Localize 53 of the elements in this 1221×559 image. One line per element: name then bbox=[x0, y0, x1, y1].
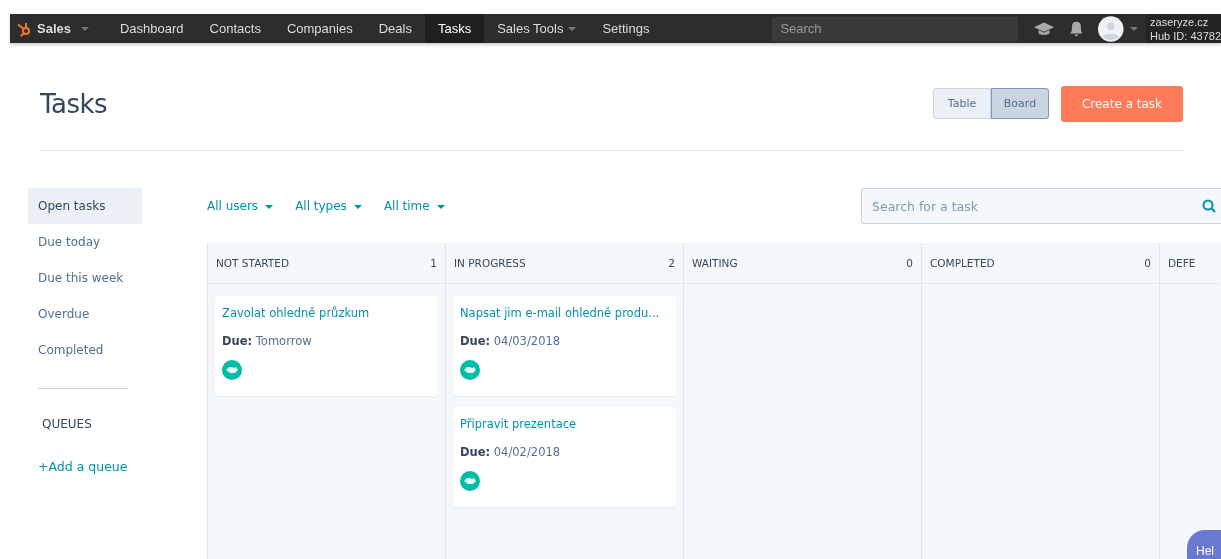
search-field[interactable]: Search bbox=[772, 16, 1018, 41]
account-panel[interactable]: zaseryze.cz Hub ID: 43782 bbox=[1146, 14, 1221, 43]
task-title-link[interactable]: Zavolat ohledně průzkum bbox=[222, 306, 431, 320]
sprocket-logo-icon bbox=[16, 20, 32, 37]
nav-tab[interactable]: Contacts bbox=[196, 14, 274, 43]
filter-dropdown[interactable]: All time bbox=[383, 199, 445, 213]
task-card[interactable]: Zavolat ohledně průzkum Due: Tomorrow bbox=[215, 296, 438, 396]
sidebar-item[interactable]: Overdue bbox=[28, 296, 142, 332]
user-avatar-icon[interactable] bbox=[1098, 14, 1125, 43]
app-menu[interactable]: Sales bbox=[10, 14, 107, 43]
view-toggle[interactable]: Board bbox=[991, 88, 1049, 119]
column-count: 0 bbox=[1144, 257, 1151, 269]
sidebar-item[interactable]: Completed bbox=[28, 332, 142, 368]
column-count: 1 bbox=[430, 257, 437, 269]
task-search-field[interactable]: Search for a task bbox=[861, 188, 1221, 224]
column-title: WAITING bbox=[692, 257, 738, 269]
page-title: Tasks bbox=[40, 88, 109, 119]
task-title-link[interactable]: Napsat jim e-mail ohledně produ... bbox=[460, 306, 669, 320]
sidebar-item[interactable]: Due today bbox=[28, 224, 142, 260]
column-count: 0 bbox=[906, 257, 913, 269]
column-title: NOT STARTED bbox=[216, 257, 289, 269]
task-card[interactable]: Připravit prezentace Due: 04/02/2018 bbox=[453, 407, 676, 507]
nav-tab[interactable]: Sales Tools bbox=[484, 14, 590, 43]
filter-dropdown[interactable]: All users bbox=[207, 199, 274, 213]
view-toggle[interactable]: Table bbox=[933, 88, 991, 119]
nav-tab[interactable]: Deals bbox=[365, 14, 425, 43]
column-title: IN PROGRESS bbox=[454, 257, 526, 269]
notification-bell-icon[interactable] bbox=[1069, 19, 1083, 38]
help-button[interactable]: Hel bbox=[1187, 530, 1221, 559]
sidebar-item[interactable]: Open tasks bbox=[28, 188, 142, 224]
caret-icon bbox=[353, 204, 362, 209]
nav-tab[interactable]: Dashboard bbox=[107, 14, 197, 43]
sidebar-item[interactable]: Due this week bbox=[28, 260, 142, 296]
filter-dropdown[interactable]: All types bbox=[295, 199, 362, 213]
column-title: COMPLETED bbox=[930, 257, 995, 269]
due-date: Due: Tomorrow bbox=[222, 334, 313, 348]
nav-tab[interactable]: Tasks bbox=[424, 14, 485, 43]
queues-heading: QUEUES bbox=[42, 417, 93, 431]
caret-icon[interactable] bbox=[1130, 26, 1139, 31]
column-count: 2 bbox=[668, 257, 675, 269]
hub-id: Hub ID: 43782 bbox=[1150, 28, 1221, 43]
caret-icon bbox=[265, 204, 274, 209]
add-queue-link[interactable]: +Add a queue bbox=[38, 459, 207, 474]
column-title: DEFE bbox=[1168, 257, 1196, 269]
caret-icon bbox=[436, 204, 445, 209]
due-date: Due: 04/03/2018 bbox=[460, 334, 562, 348]
graduation-cap-icon bbox=[1033, 21, 1054, 36]
nav-tab[interactable]: Settings bbox=[589, 14, 663, 43]
due-date: Due: 04/02/2018 bbox=[460, 445, 562, 459]
task-title-link[interactable]: Připravit prezentace bbox=[460, 417, 669, 431]
task-card[interactable]: Napsat jim e-mail ohledně produ... Due: 04/03/2018 bbox=[453, 296, 676, 396]
account-domain: zaseryze.cz bbox=[1150, 14, 1210, 29]
nav-tab[interactable]: Companies bbox=[273, 14, 366, 43]
